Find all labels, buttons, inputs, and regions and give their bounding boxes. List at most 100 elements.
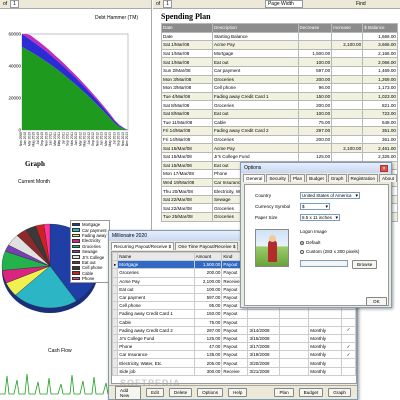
plan-button[interactable]: Plan	[274, 388, 294, 397]
radio-custom[interactable]: Custom (283 x 300 pixels)	[300, 249, 359, 254]
include-checkbox[interactable]: ✓	[341, 325, 356, 335]
tab-plan[interactable]: Plan	[289, 174, 306, 182]
recurring-cell: Monthly	[308, 325, 343, 335]
recurring-cell	[247, 317, 280, 327]
help-button[interactable]: Help	[228, 388, 248, 397]
spending-cell: Tue 11/Mar/08	[161, 117, 213, 128]
spending-col-header: $ Balance	[362, 23, 398, 33]
spending-cell: Fading away Credit Card 2	[211, 126, 299, 136]
spending-cell: Sat 1/Mar/08	[161, 57, 213, 67]
spending-cell: Sat 22/Mar/08	[161, 194, 213, 205]
spending-cell: Thu 20/Mar/08	[161, 186, 213, 196]
spending-cell: 2,166.00	[362, 48, 398, 59]
spending-cell: 2,100.00	[331, 143, 364, 153]
options-button[interactable]: Options	[197, 388, 223, 397]
include-checkbox[interactable]	[341, 366, 356, 376]
radio-default-label: Default	[306, 240, 321, 245]
pie-legend-label: Cell phone	[82, 265, 103, 271]
recurring-cell: Payout	[221, 309, 249, 319]
recurring-row[interactable]: Cable 75.00 Payout	[112, 317, 356, 327]
custom-image-path[interactable]	[300, 260, 348, 267]
recurring-cell: Payout	[221, 358, 249, 368]
options-tabs: General Security Plan Budget Graph Registrati…	[241, 173, 398, 182]
spending-row: Sat 1/Mar/08 Mortgage 1,500.00 2,166.00	[161, 48, 398, 59]
spending-cell: Starting Balance	[211, 31, 299, 42]
tab-graph[interactable]: Graph	[327, 174, 347, 182]
spending-cell: Sat 1/Mar/08	[161, 40, 213, 50]
options-title: Options	[244, 165, 262, 171]
pie-legend-label: Fading away	[82, 232, 107, 238]
recurring-cell: 95.00	[193, 301, 223, 311]
recurring-row[interactable]: Electricity, Water, Etc. 205.00 Payout 3/20…	[112, 358, 356, 368]
ok-button[interactable]: OK	[366, 297, 387, 306]
include-checkbox[interactable]	[341, 358, 356, 368]
graph-button[interactable]: Graph	[328, 388, 351, 397]
person-head	[269, 235, 276, 242]
cash-flow-label: Cash Flow	[48, 348, 72, 354]
close-button[interactable]: ×	[380, 164, 388, 172]
tab-budget[interactable]: Budget	[306, 174, 327, 182]
include-checkbox[interactable]	[341, 333, 356, 344]
recurring-row[interactable]: Jr's College Fund 125.00 Payout 3/15/2008 Mo…	[112, 333, 356, 344]
recurring-row[interactable]: Car Insurance 135.00 Payout 3/19/2008 Monthl…	[112, 350, 356, 360]
page-number-field[interactable]: 1	[163, 0, 172, 8]
spending-cell: 2,326.00	[362, 151, 398, 162]
recurring-cell: Payout	[221, 333, 249, 344]
recurring-cell: Monthly	[308, 366, 343, 376]
currency-select[interactable]: $	[300, 203, 330, 210]
spending-toolbar: of 1 Page Width Find	[153, 0, 400, 9]
budget-button[interactable]: Budget	[298, 388, 324, 397]
radio-default-dot[interactable]	[300, 240, 304, 245]
tab-recurring[interactable]: Recurring Payout/Receive $	[111, 242, 175, 250]
tab-general[interactable]: General	[243, 174, 266, 182]
recurring-cell: Cable	[117, 317, 195, 327]
pie-legend-swatch	[72, 228, 80, 232]
zoom-select[interactable]: Page Width	[264, 0, 303, 8]
pie-legend-swatch	[72, 244, 80, 248]
tab-security[interactable]: Security	[266, 174, 289, 182]
tab-registration[interactable]: Registration	[347, 174, 379, 182]
pie-legend-swatch	[72, 249, 80, 254]
tab-about[interactable]: About	[379, 174, 398, 182]
spending-cell: Sat 15/Mar/08	[161, 160, 213, 171]
recurring-row[interactable]: Side job 300.00 Receive 3/21/2008 Monthly	[112, 366, 356, 376]
recurring-row[interactable]: Fading away Credit Card 1 150.00 Payout	[112, 309, 356, 319]
find-label[interactable]: Find	[356, 1, 366, 7]
edit-button[interactable]: Edit	[145, 388, 164, 397]
include-checkbox[interactable]: ✓	[341, 342, 356, 352]
recurring-col-header[interactable]: Name	[117, 252, 195, 262]
spending-cell: 2,461.00	[362, 143, 398, 153]
spending-cell: 723.00	[362, 108, 398, 119]
spending-cell: 3,666.00	[362, 40, 398, 50]
recurring-col-header[interactable]: Amount	[193, 252, 223, 262]
spending-cell	[297, 40, 333, 50]
spending-cell	[331, 126, 364, 136]
include-checkbox[interactable]	[341, 309, 356, 319]
recurring-row[interactable]: Phone 47.00 Payout 3/17/2008 Monthly ✓	[112, 342, 356, 352]
pie-legend-label: Eat out	[82, 259, 96, 265]
radio-custom-dot[interactable]	[300, 249, 304, 254]
browse-button[interactable]: Browse	[352, 260, 378, 269]
include-checkbox[interactable]	[341, 317, 356, 327]
recurring-row[interactable]: Fading away Credit Card 2 297.00 Payout 3/1…	[112, 325, 356, 335]
spending-cell: 2,100.00	[331, 40, 364, 50]
paper-size-select[interactable]: 8.5 x 11 inches	[300, 214, 340, 221]
recurring-cell	[278, 342, 310, 352]
spending-cell	[331, 31, 364, 42]
spending-row: Sun 2/Mar/08 Car payment 597.00 1,469.00	[161, 65, 398, 76]
page-number-field[interactable]: 1	[10, 0, 19, 8]
include-checkbox[interactable]: ✓	[341, 350, 356, 360]
spending-cell: Acme Pay	[211, 143, 299, 153]
spending-cell: 361.00	[362, 134, 398, 145]
tab-one-time[interactable]: One Time Payout/Receive $	[175, 242, 239, 250]
spending-cell: Mortgage	[211, 48, 299, 59]
radio-default[interactable]: Default	[300, 240, 321, 245]
pie-legend-label: Mortgage	[82, 222, 101, 228]
recurring-cell: Cell phone	[117, 301, 195, 311]
spending-cell	[331, 83, 364, 93]
delete-button[interactable]: Delete	[168, 388, 193, 397]
country-select[interactable]: United States of America	[300, 192, 360, 199]
recurring-cell	[308, 309, 343, 319]
area-chart: 6000040000200000 Nov 2009 Jan 2010 Mar 201…	[8, 32, 129, 147]
spending-cell: Eat out	[211, 57, 299, 67]
